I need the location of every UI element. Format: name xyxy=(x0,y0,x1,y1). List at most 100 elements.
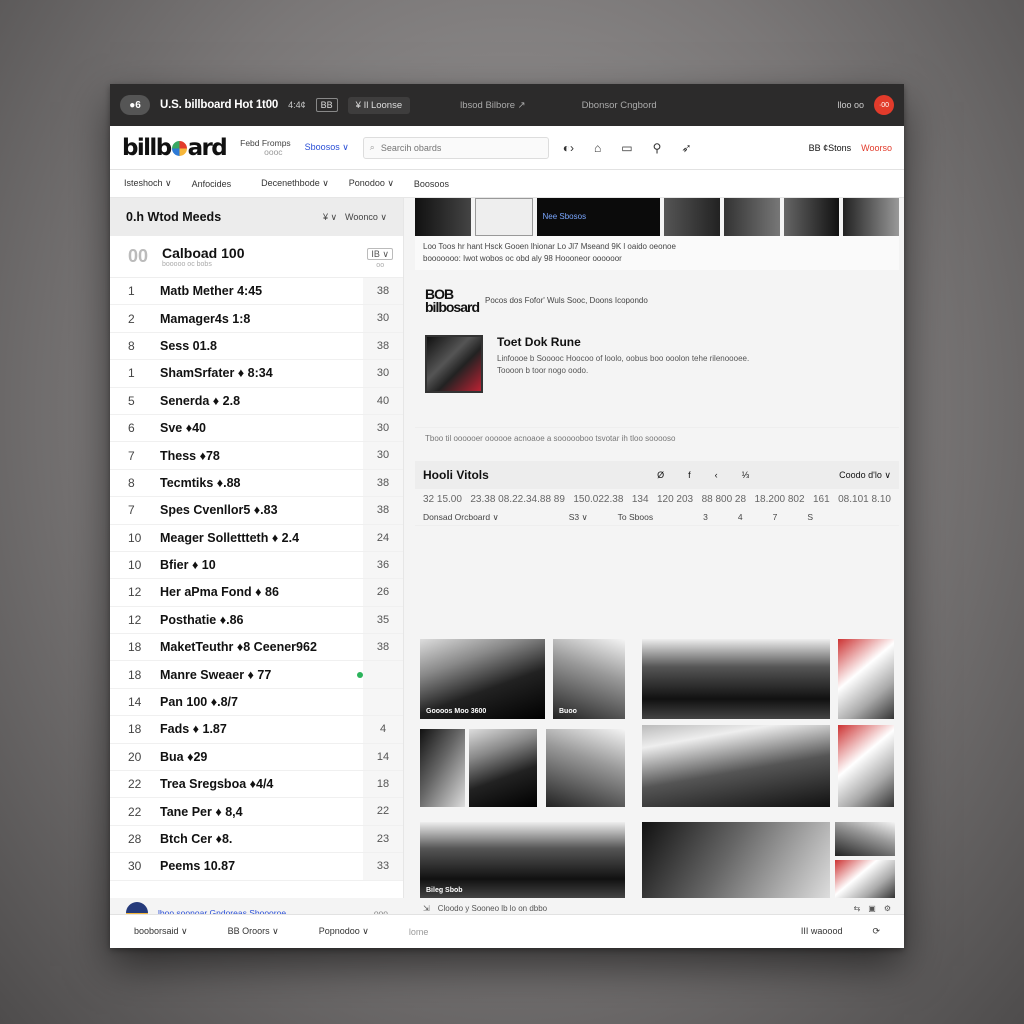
strip-thumb-4[interactable] xyxy=(664,198,720,236)
subnav-item-4[interactable]: Ponodoo ∨ xyxy=(349,178,394,189)
feature-title[interactable]: Toet Dok Rune xyxy=(497,335,749,349)
chart-song-title[interactable]: Tecmtiks ♦.88 xyxy=(160,476,363,490)
photo-tile-12[interactable] xyxy=(642,822,830,898)
chart-song-title[interactable]: Pan 100 ♦.8/7 xyxy=(160,695,363,709)
bottom-item-3[interactable]: Popnodoo ∨ xyxy=(319,926,369,937)
chart-song-title[interactable]: Senerda ♦ 2.8 xyxy=(160,394,363,408)
photo-tile-8[interactable] xyxy=(642,725,830,807)
hot-filter-4[interactable]: 4 xyxy=(738,512,743,523)
bottom-item-1[interactable]: booborsaid ∨ xyxy=(134,926,188,937)
chart-song-title[interactable]: Tane Per ♦ 8,4 xyxy=(160,805,363,819)
strip-thumb-1[interactable] xyxy=(415,198,471,236)
search-alt-icon[interactable]: ⚲ xyxy=(653,141,662,155)
chart-view-button[interactable]: IB ∨ xyxy=(367,248,393,260)
chart-song-title[interactable]: Mamager4s 1:8 xyxy=(160,312,363,326)
chart-row[interactable]: 10 Bfier ♦ 10 36 xyxy=(110,551,403,580)
news-line-1[interactable]: Loo Toos hr hant Hsck Gooen lhionar Lo J… xyxy=(423,241,891,253)
titlebar-box-button[interactable]: BB xyxy=(315,98,338,112)
chart-row[interactable]: 2 Mamager4s 1:8 30 xyxy=(110,305,403,333)
chart-row[interactable]: 5 Senerda ♦ 2.8 40 xyxy=(110,387,403,415)
chart-song-title[interactable]: Btch Cer ♦8. xyxy=(160,832,363,846)
chart-song-title[interactable]: MaketTeuthr ♦8 Ceener962 xyxy=(160,640,363,654)
chart-row[interactable]: 20 Bua ♦29 14 xyxy=(110,743,403,772)
refresh-icon[interactable]: ◐› xyxy=(563,141,574,155)
chart-row[interactable]: 14 Pan 100 ♦.8/7 xyxy=(110,688,403,717)
strip-thumb-2[interactable] xyxy=(474,198,533,236)
settings-icon[interactable]: ⚙ xyxy=(884,904,891,913)
chart-row[interactable]: 30 Peems 10.87 33 xyxy=(110,853,403,881)
nav-dropdown[interactable]: Sboosos ∨ xyxy=(305,142,349,153)
chart-song-title[interactable]: Manre Sweaer ♦ 77 xyxy=(160,668,341,682)
hot-section-sort[interactable]: Coodo d'lo ∨ xyxy=(839,470,891,481)
chart-row[interactable]: 28 Btch Cer ♦8. 23 xyxy=(110,825,403,854)
nav-highlight-link[interactable]: Woorso xyxy=(861,143,892,153)
search-box[interactable]: ⌕ xyxy=(362,136,549,159)
hot-filter-s[interactable]: S xyxy=(807,512,813,523)
hot-filter-3[interactable]: 3 xyxy=(703,512,708,523)
chart-row[interactable]: 18 MaketTeuthr ♦8 Ceener962 38 xyxy=(110,634,403,662)
save-icon[interactable]: ▣ xyxy=(868,904,876,913)
search-input[interactable] xyxy=(380,142,531,153)
chart-row[interactable]: 10 Meager Sollettteth ♦ 2.4 24 xyxy=(110,524,403,552)
feature-thumbnail[interactable] xyxy=(425,335,483,394)
chart-row[interactable]: 22 Tane Per ♦ 8,4 22 xyxy=(110,798,403,826)
photo-tile-14[interactable] xyxy=(835,860,895,898)
chart-song-title[interactable]: Bua ♦29 xyxy=(160,750,363,764)
hot-filter-7[interactable]: 7 xyxy=(773,512,778,523)
chart-row[interactable]: 18 Fads ♦ 1.87 4 xyxy=(110,716,403,744)
hot-ctrl-2[interactable]: f xyxy=(688,470,691,480)
strip-thumb-5[interactable] xyxy=(723,198,780,236)
chart-row[interactable]: 7 Thess ♦78 30 xyxy=(110,442,403,470)
chart-row[interactable]: 1 Matb Mether 4:45 38 xyxy=(110,278,403,306)
chart-song-title[interactable]: Posthatie ♦.86 xyxy=(160,613,363,627)
subnav-item-2[interactable]: Anfocides xyxy=(192,179,232,189)
window-icon[interactable]: ▭ xyxy=(621,141,632,155)
strip-thumb-7[interactable] xyxy=(843,198,899,236)
chart-song-title[interactable]: Peems 10.87 xyxy=(160,859,363,873)
hot-ctrl-1[interactable]: Ø xyxy=(657,470,664,480)
record-button[interactable]: ·00 xyxy=(874,95,894,115)
photo-tile-4[interactable] xyxy=(838,639,894,719)
promo-text[interactable]: Pocos dos Fofor' Wuls Sooc, Doons Icopon… xyxy=(485,296,648,305)
photo-tile-1[interactable]: Goooos Moo 3600 xyxy=(420,639,545,719)
chart-panel-filter[interactable]: ¥ ∨ xyxy=(323,212,337,223)
bottom-right-link[interactable]: III waoood xyxy=(801,926,843,937)
titlebar-dropdown[interactable]: ¥ Il Loonse xyxy=(347,96,411,114)
chart-row[interactable]: 12 Her aPma Fond ♦ 86 26 xyxy=(110,579,403,607)
chart-song-title[interactable]: Sve ♦40 xyxy=(160,421,363,435)
photo-tile-2[interactable]: Buoo xyxy=(553,639,625,719)
attach-icon[interactable]: ⇲ xyxy=(423,904,430,913)
send-icon[interactable]: ➶ xyxy=(681,141,691,155)
chart-song-title[interactable]: Meager Sollettteth ♦ 2.4 xyxy=(160,531,363,545)
billboard-logo[interactable]: billb ard xyxy=(122,135,228,161)
strip-thumb-6[interactable] xyxy=(783,198,840,236)
chart-song-title[interactable]: ShamSrfater ♦ 8:34 xyxy=(160,366,363,380)
titlebar-link-1[interactable]: lbsod Bilbore ↗ xyxy=(460,100,526,111)
toggle-icon[interactable]: ●6 xyxy=(120,95,150,115)
feature-article[interactable]: Toet Dok Rune Linfoooe b Sooooc Hoocoo o… xyxy=(415,323,899,405)
chart-row[interactable]: 8 Sess 01.8 38 xyxy=(110,332,403,361)
chart-row[interactable]: 18 Manre Sweaer ♦ 77 xyxy=(110,661,403,689)
photo-tile-7[interactable] xyxy=(546,729,625,807)
subnav-item-3[interactable]: Decenethbode ∨ xyxy=(261,178,329,189)
chart-row[interactable]: 8 Tecmtiks ♦.88 38 xyxy=(110,469,403,498)
chart-song-title[interactable]: Fads ♦ 1.87 xyxy=(160,722,363,736)
subnav-item-5[interactable]: Boosoos xyxy=(414,179,449,189)
hot-ctrl-4[interactable]: ⅓ xyxy=(742,470,750,480)
chart-song-title[interactable]: Her aPma Fond ♦ 86 xyxy=(160,585,363,599)
chart-row[interactable]: 1 ShamSrfater ♦ 8:34 30 xyxy=(110,360,403,388)
bottom-item-4[interactable]: lome xyxy=(409,927,429,937)
mini-logo[interactable]: BOB bilbosard xyxy=(425,287,480,314)
chart-song-title[interactable]: Trea Sregsboa ♦4/4 xyxy=(160,777,363,791)
chart-row[interactable]: 7 Spes Cvenllor5 ♦.83 38 xyxy=(110,497,403,525)
news-line-2[interactable]: booooooo: Iwot wobos oc obd aly 98 Hooon… xyxy=(423,253,891,265)
photo-tile-6[interactable] xyxy=(469,729,537,807)
refresh-icon[interactable]: ⟳ xyxy=(872,926,880,937)
photo-tile-13[interactable] xyxy=(835,822,895,856)
hot-filter-s3[interactable]: S3 ∨ xyxy=(569,512,588,523)
hot-ctrl-3[interactable]: ‹ xyxy=(715,470,718,480)
chart-row[interactable]: 22 Trea Sregsboa ♦4/4 18 xyxy=(110,771,403,799)
hot-filter-sboos[interactable]: To Sboos xyxy=(618,512,653,523)
photo-tile-11[interactable]: Bileg Sbob xyxy=(420,822,625,898)
home-icon[interactable]: ⌂ xyxy=(594,141,601,155)
